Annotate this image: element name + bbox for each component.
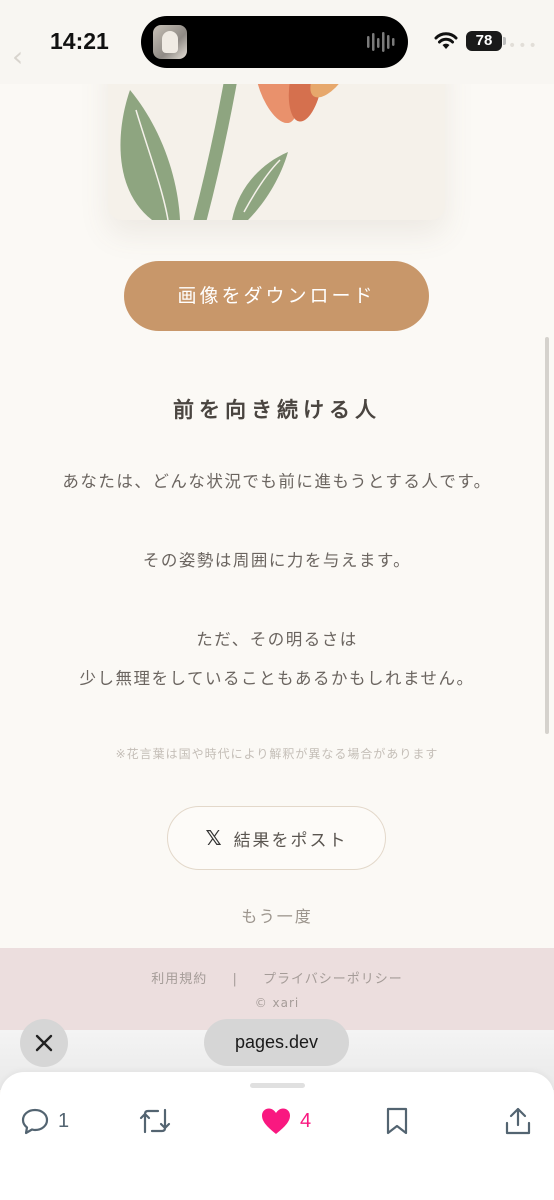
result-description-line-3: ただ、その明るさは <box>196 630 358 649</box>
close-browser-button[interactable] <box>20 1019 68 1067</box>
back-chevron-icon[interactable]: ‹ <box>12 40 23 73</box>
disclaimer-note: ※花言葉は国や時代により解釈が異なる場合があります <box>115 747 439 761</box>
now-playing-avatar <box>153 25 187 59</box>
post-action-bar: 1 4 <box>0 1072 554 1200</box>
reply-count: 1 <box>58 1109 70 1132</box>
terms-link[interactable]: 利用規約 <box>151 972 207 987</box>
privacy-link[interactable]: プライバシーポリシー <box>263 972 403 987</box>
like-count: 4 <box>300 1109 312 1132</box>
url-pill[interactable]: pages.dev <box>204 1019 349 1066</box>
sheet-grabber[interactable] <box>250 1083 305 1088</box>
battery-icon: 78 <box>466 31 502 51</box>
dynamic-island[interactable] <box>141 16 408 68</box>
status-time: 14:21 <box>50 28 109 54</box>
close-icon <box>35 1034 53 1052</box>
result-description-line-1: あなたは、どんな状況でも前に進もうとする人です。 <box>62 472 492 491</box>
result-description-line-4: 少し無理をしていることもあるかもしれません。 <box>79 669 475 688</box>
status-bar: ‹ 14:21 78 ••• <box>0 0 554 84</box>
heart-icon <box>262 1108 290 1134</box>
reply-action[interactable]: 1 <box>20 1106 69 1136</box>
post-result-label: 結果をポスト <box>233 830 348 851</box>
post-result-button[interactable]: 𝕏 結果をポスト <box>167 806 386 870</box>
share-icon <box>505 1107 531 1135</box>
share-action[interactable] <box>504 1106 532 1136</box>
result-description-line-2: その姿勢は周囲に力を与えます。 <box>142 551 412 570</box>
footer-separator: | <box>232 972 238 987</box>
download-image-button[interactable]: 画像をダウンロード <box>124 261 429 331</box>
repost-icon <box>139 1108 171 1134</box>
result-title: 前を向き続ける人 <box>173 397 381 422</box>
copyright: © xari <box>254 996 300 1010</box>
repost-action[interactable] <box>138 1106 172 1136</box>
reply-icon <box>21 1108 49 1135</box>
battery-tip <box>503 37 506 45</box>
like-action[interactable]: 4 <box>260 1106 311 1136</box>
retry-link[interactable]: もう一度 <box>0 903 554 927</box>
x-logo-icon: 𝕏 <box>205 826 224 850</box>
bookmark-action[interactable] <box>384 1106 410 1136</box>
wifi-icon <box>434 32 458 49</box>
more-dots-icon: ••• <box>508 38 539 54</box>
site-footer: 利用規約 | プライバシーポリシー © xari <box>0 948 554 1030</box>
audio-wave-icon <box>367 32 395 52</box>
footer-links: 利用規約 | プライバシーポリシー <box>0 968 554 987</box>
bookmark-icon <box>386 1107 408 1135</box>
